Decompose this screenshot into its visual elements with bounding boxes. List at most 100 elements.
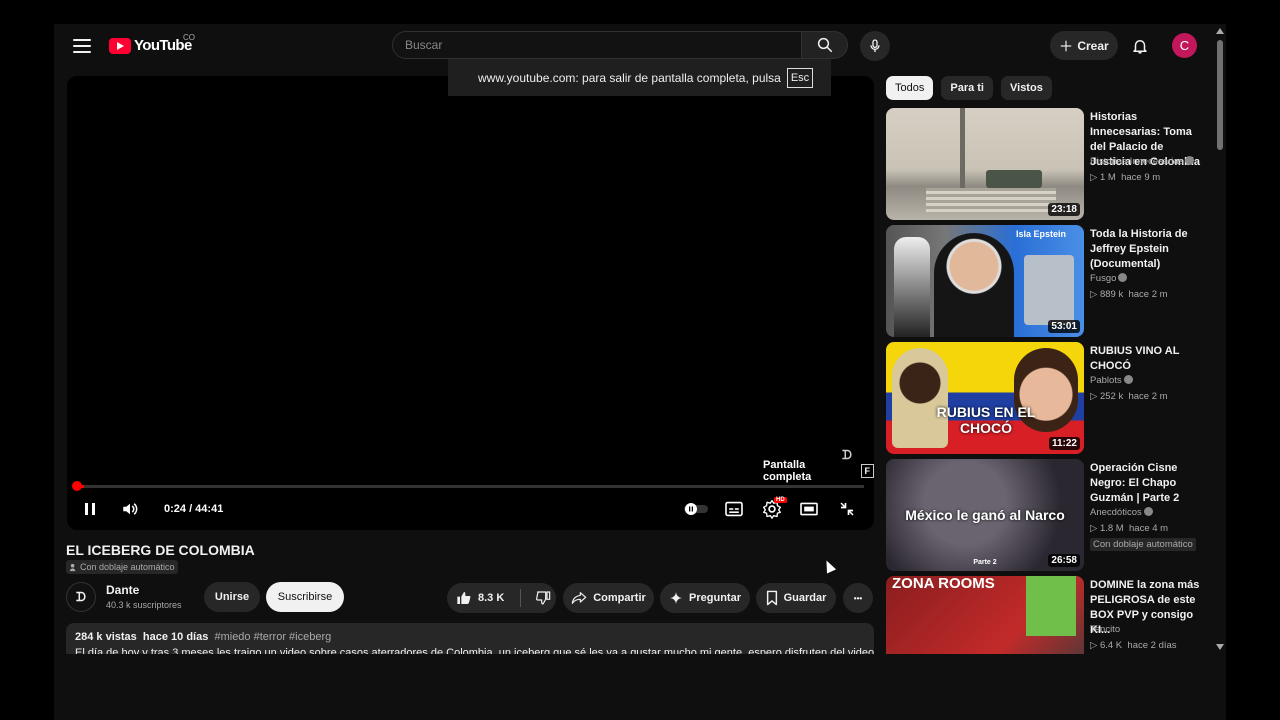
like-button[interactable]: 8.3 K [456,590,504,606]
notifications-button[interactable] [1128,34,1152,58]
search-button[interactable] [801,31,848,59]
channel-avatar[interactable]: ᗪ [66,582,96,612]
channel-name[interactable]: Anecdóticos [1090,507,1142,518]
video-duration: 53:01 [1048,320,1080,333]
ask-button[interactable]: Preguntar [660,583,750,613]
fullscreen-notice: www.youtube.com: para salir de pantalla … [448,59,831,96]
settings-button[interactable]: HD [759,497,787,520]
video-thumbnail[interactable]: México le ganó al Narco Parte 2 26:58 [886,459,1084,571]
join-label: Unirse [214,591,250,603]
channel-name[interactable]: Fusgo [1090,273,1116,284]
view-count: 6.4 K [1099,640,1123,651]
fullscreen-tooltip: Pantalla completa F [763,459,874,483]
share-button[interactable]: Compartir [563,583,654,613]
recommendation-channel: Anecdóticos [1090,507,1153,518]
auto-dub-badge: Con doblaje automático [66,560,178,574]
chip-vistos[interactable]: Vistos [1001,76,1052,100]
filter-chips: Todos Para ti Vistos [886,76,1052,100]
subtitles-icon [725,501,743,517]
save-button[interactable]: Guardar [756,583,836,613]
volume-button[interactable] [117,498,143,520]
recommendation-channel: Pablots [1090,375,1133,386]
subscribe-label: Suscribirse [277,591,333,603]
exit-fullscreen-button[interactable] [834,498,860,520]
search-input[interactable] [405,38,801,52]
recommendation-item[interactable]: Isla Epstein 53:01 Toda la Historia de J… [886,225,1206,337]
channel-name[interactable]: Pablots [1090,375,1122,386]
country-code: CO [183,33,195,42]
channel-name[interactable]: Dante [106,583,139,597]
scroll-down-arrow-icon[interactable] [1216,644,1224,650]
thumbnail-caption: RUBIUS EN EL CHOCÓ [936,404,1036,436]
pause-icon [85,503,95,515]
scrollbar-thumb[interactable] [1217,40,1223,150]
recommendation-item[interactable]: ZONA ROOMS DOMINE la zona más PELIGROSA … [886,576,1206,654]
channel-name[interactable]: Historias Innecesarias [1090,156,1183,167]
progress-bar[interactable] [77,485,864,488]
thumb-person-center [934,233,1014,337]
like-divider [520,589,522,607]
recommendation-title[interactable]: Operación Cisne Negro: El Chapo Guzmán |… [1090,461,1206,506]
hamburger-menu-icon[interactable] [72,36,92,56]
join-button[interactable]: Unirse [204,582,260,612]
hd-badge: HD [774,497,787,503]
voice-search-button[interactable] [860,31,890,61]
theater-mode-button[interactable] [796,498,822,520]
share-label: Compartir [593,592,646,604]
page-scrollbar[interactable] [1216,28,1224,654]
plus-icon [1061,40,1072,51]
subtitles-button[interactable] [722,498,746,520]
pause-button[interactable] [79,498,101,520]
dislike-button[interactable] [535,590,551,606]
recommendation-item[interactable]: México le ganó al Narco Parte 2 26:58 Op… [886,459,1206,571]
video-thumbnail[interactable]: ZONA ROOMS [886,576,1084,654]
view-count: 284 k vistas [75,631,137,643]
fullscreen-tooltip-text: Pantalla completa [763,459,812,483]
youtube-logo[interactable]: YouTube [109,37,192,54]
video-thumbnail[interactable]: 23:18 [886,108,1084,220]
fullscreen-tooltip-key: F [860,464,874,478]
description-meta: 284 k vistas hace 10 días #miedo #terror… [75,631,865,643]
verified-icon [1143,507,1153,516]
recommendation-item[interactable]: RUBIUS EN EL CHOCÓ 11:22 RUBIUS VINO AL … [886,342,1206,454]
video-thumbnail[interactable]: Isla Epstein 53:01 [886,225,1084,337]
more-actions-button[interactable]: ••• [843,583,873,613]
scroll-up-arrow-icon[interactable] [1216,28,1224,34]
chip-para-ti[interactable]: Para ti [941,76,993,100]
thumb-stairs [926,188,1056,212]
channel-name[interactable]: Tencito [1090,624,1120,635]
view-count: 252 k [1099,391,1124,402]
upload-age: hace 2 m [1128,289,1168,300]
autoplay-toggle[interactable] [681,498,711,520]
mouse-cursor [821,558,837,574]
video-thumbnail[interactable]: RUBIUS EN EL CHOCÓ 11:22 [886,342,1084,454]
chip-todos[interactable]: Todos [886,76,934,100]
theater-mode-icon [800,502,818,516]
youtube-play-logo-icon [109,37,131,54]
recommendation-stats: ▷ 1 M hace 9 m [1090,172,1161,183]
search-icon [817,37,832,53]
thumbs-up-icon [457,592,471,604]
upload-age: hace 2 m [1128,391,1168,402]
video-duration: 23:18 [1048,203,1080,216]
account-avatar[interactable]: C [1172,33,1197,58]
bell-icon [1133,40,1147,54]
microphone-icon [870,39,880,52]
like-count: 8.3 K [478,592,505,604]
letterbox-bottom [54,654,1226,720]
hashtags[interactable]: #miedo #terror #iceberg [214,631,331,643]
recommendation-title[interactable]: RUBIUS VINO AL CHOCÓ [1090,344,1206,374]
recommendation-stats: ▷ 252 k hace 2 m [1090,391,1168,402]
create-button[interactable]: Crear [1050,31,1118,60]
upload-age: hace 9 m [1121,172,1161,183]
progress-scrubber[interactable] [72,481,82,491]
verified-icon [1185,156,1195,165]
recommendation-item[interactable]: 23:18 Historias Innecesarias: Toma del P… [886,108,1206,220]
recommendation-stats: ▷ 889 k hace 2 m [1090,289,1168,300]
subscribe-button[interactable]: Suscribirse [266,582,344,612]
view-count: 889 k [1099,289,1124,300]
recommendation-channel: Tencito [1090,624,1120,635]
recommendation-title[interactable]: Toda la Historia de Jeffrey Epstein (Doc… [1090,227,1206,272]
video-player[interactable]: ᗪ Pantalla completa F 0:24 / 44:41 HD [67,76,874,530]
upload-age: hace 10 días [142,631,209,643]
